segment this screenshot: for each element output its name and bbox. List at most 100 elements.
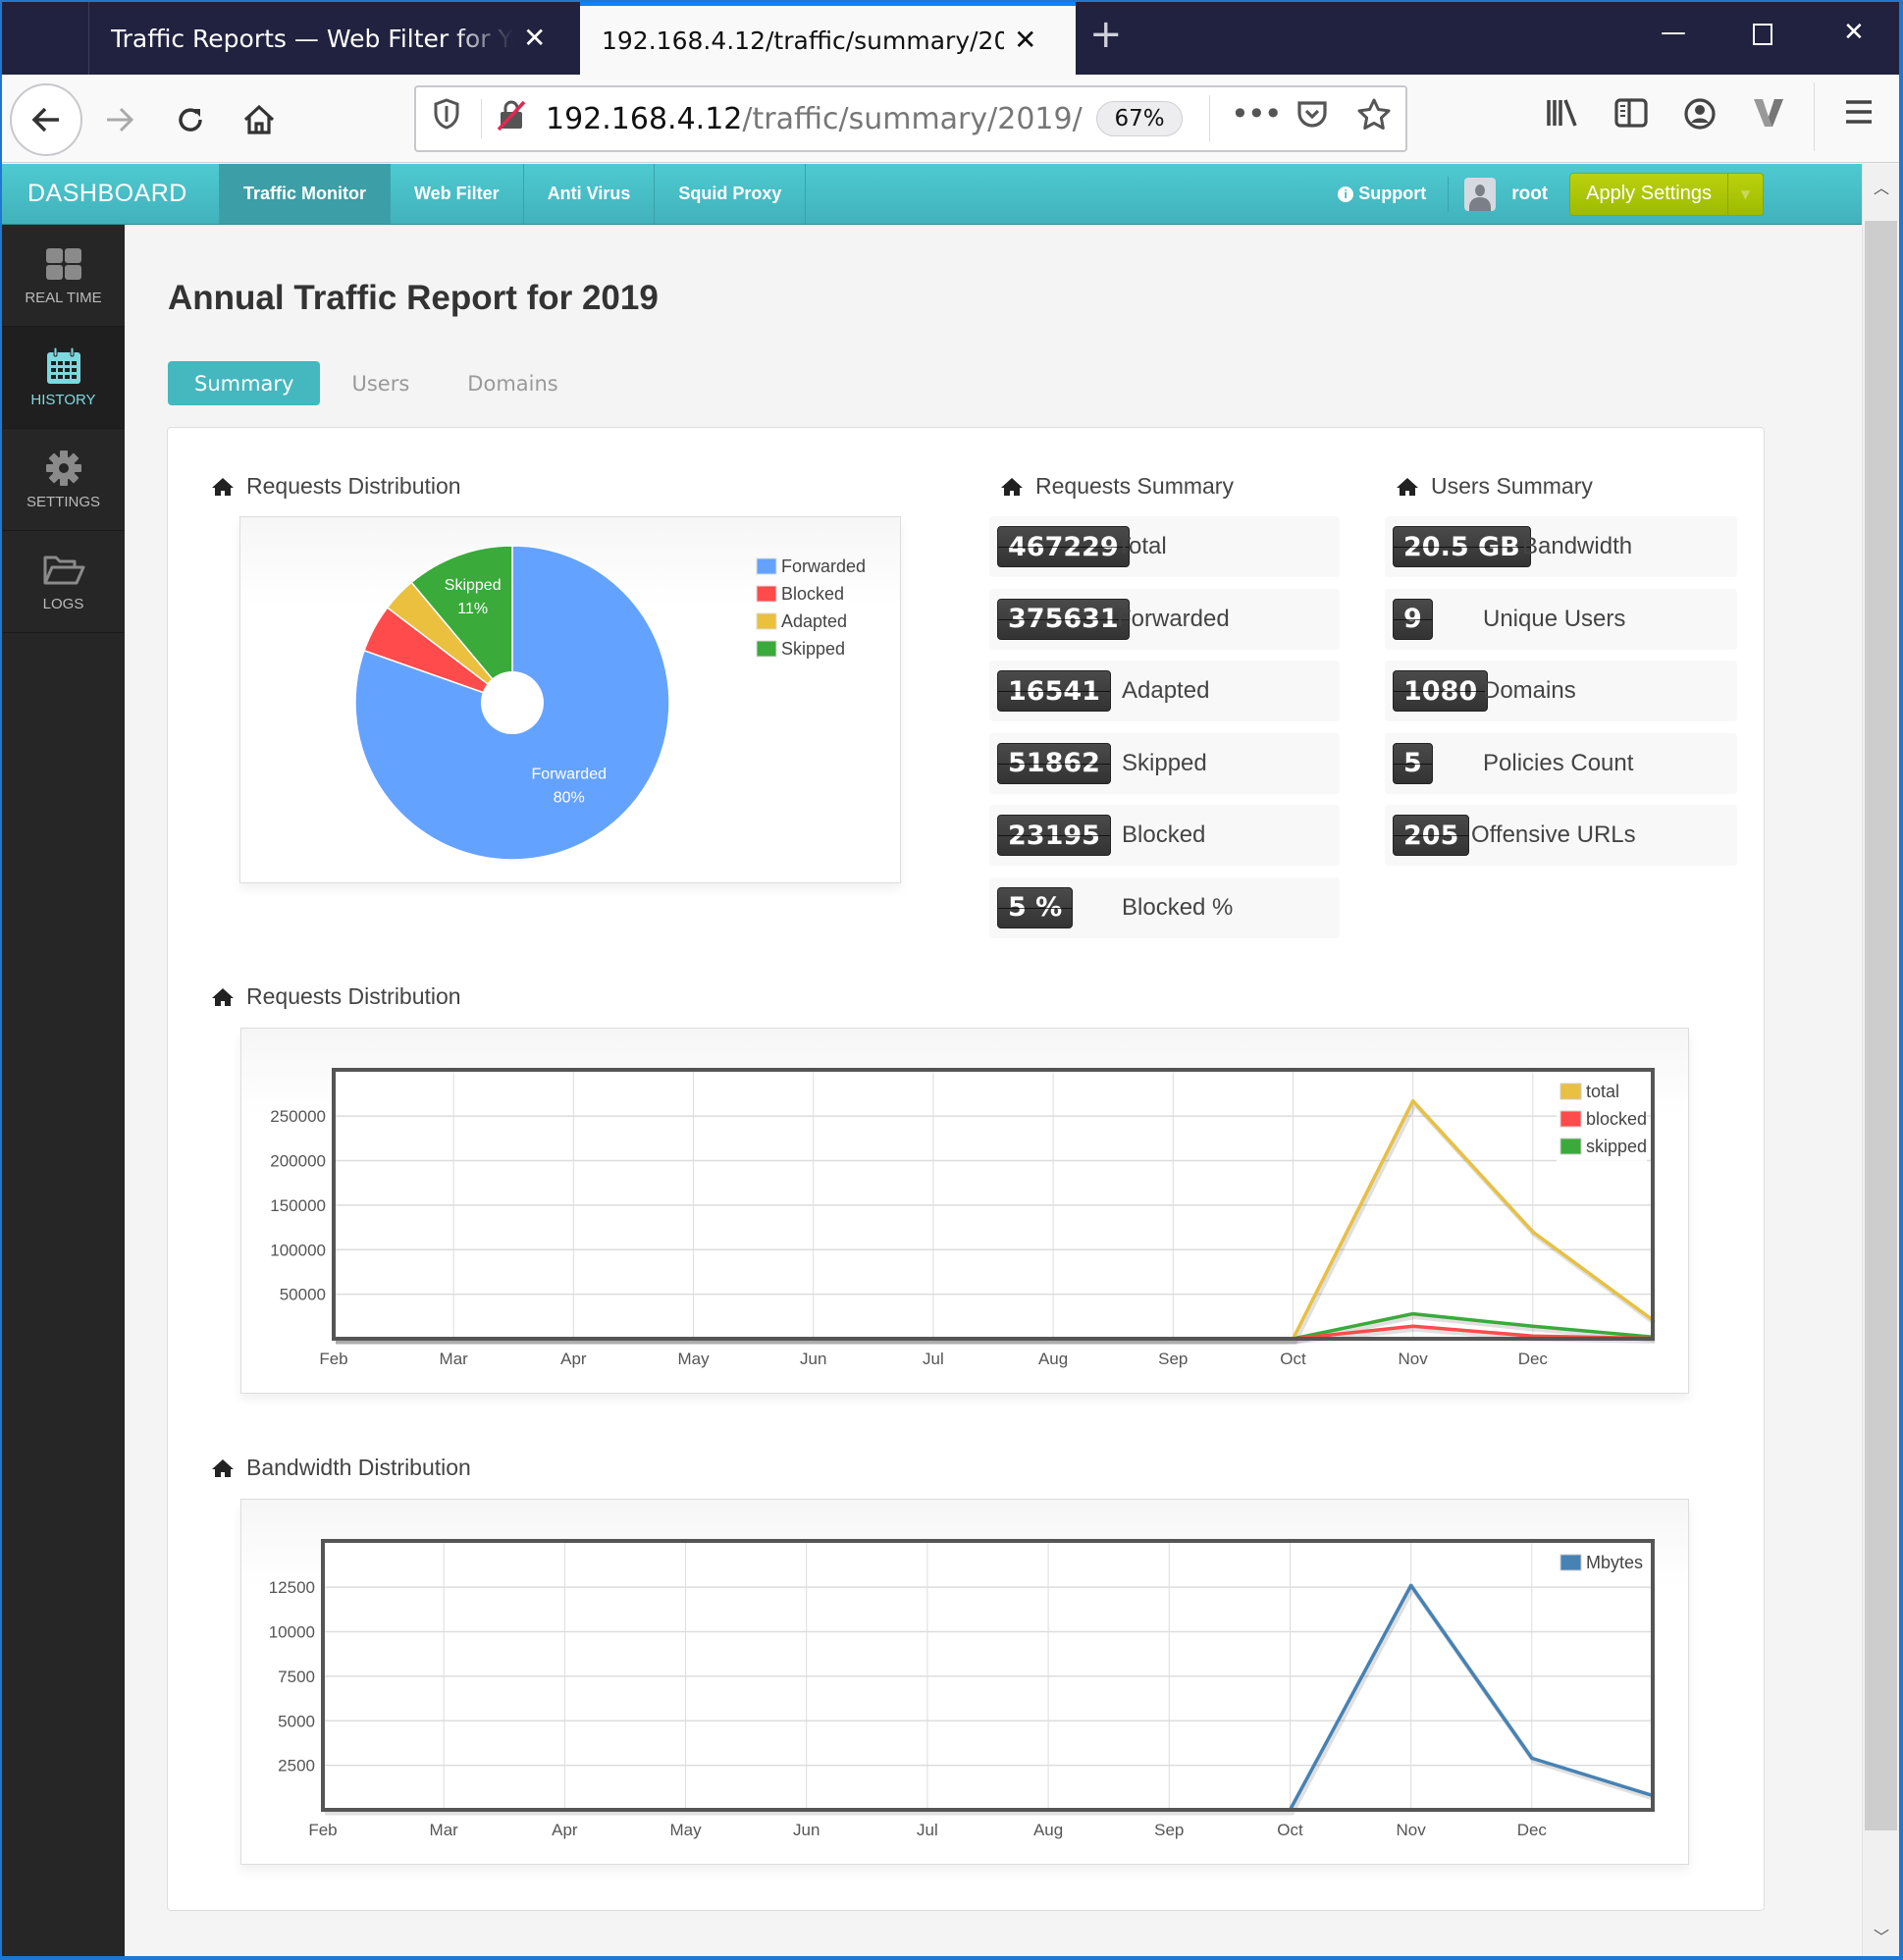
browser-window: Traffic Reports — Web Filter for Your ✕ … [2,2,1899,1956]
window-close-icon[interactable]: ✕ [1843,18,1865,47]
library-icon[interactable] [1545,96,1580,137]
sidebar-item-history[interactable]: HISTORY [2,327,125,429]
more-actions-icon[interactable]: ••• [1231,95,1283,132]
sidebar-item-settings[interactable]: SETTINGS [2,429,125,531]
nav-traffic-monitor[interactable]: Traffic Monitor [219,164,390,224]
tab-users[interactable]: Users [325,361,436,405]
close-tab-icon[interactable]: ✕ [523,25,546,52]
sidebar-item-real-time[interactable]: REAL TIME [2,225,125,327]
users-summary-row: 5 Policies Count [1385,732,1737,794]
main-content: Annual Traffic Report for 2019 Summary U… [125,225,1862,1956]
x-tick-label: Nov [1397,1821,1427,1839]
x-tick-label: Apr [560,1350,587,1368]
users-summary-row: 1080 Domains [1385,661,1737,721]
stat-label: Blocked % [1122,893,1234,921]
nav-squid-proxy[interactable]: Squid Proxy [654,164,807,224]
scroll-up-icon[interactable]: ︿ [1863,170,1899,203]
requests-summary-row: 375631 Forwarded [989,588,1340,650]
requests-summary-row: 5 % Blocked % [989,876,1340,938]
insecure-lock-icon[interactable] [495,97,528,140]
top-navigation: Traffic Monitor Web Filter Anti Virus Sq… [219,164,807,224]
tab-title: 192.168.4.12/traffic/summary/2019/ [602,26,1004,55]
stat-label: Unique Users [1483,605,1626,632]
menu-hamburger-icon[interactable] [1843,96,1875,135]
tab-domains[interactable]: Domains [441,361,584,405]
x-tick-label: Sep [1158,1350,1188,1368]
brand-logo[interactable]: DASHBOARD [27,180,187,208]
stat-label: Adapted [1122,677,1210,704]
shield-icon[interactable] [432,97,461,138]
scroll-down-icon[interactable]: ﹀ [1863,1919,1899,1952]
nav-anti-virus[interactable]: Anti Virus [522,164,655,224]
url-bar[interactable]: 192.168.4.12/traffic/summary/2019/ 67% •… [414,85,1407,152]
tab-traffic-reports[interactable]: Traffic Reports — Web Filter for Your ✕ [88,2,579,75]
stat-label: Blocked [1122,821,1206,848]
pie-chart: Forwarded 80% Skipped 11% Forwarded Blocked Ad… [354,545,866,861]
legend-label: Skipped [781,639,845,659]
stat-value-badge: 9 [1393,598,1433,640]
pocket-icon[interactable] [1295,97,1329,138]
bookmark-star-icon[interactable] [1356,97,1392,140]
tab-summary[interactable]: Summary [168,361,321,405]
stat-label: Policies Count [1483,749,1634,776]
legend-label: blocked [1586,1109,1647,1129]
legend-label: skipped [1586,1137,1647,1156]
home-button[interactable] [232,92,287,147]
stat-label: Skipped [1122,749,1207,776]
url-path: /traffic/summary/2019/ [742,101,1083,136]
reload-icon [179,108,202,132]
y-tick-label: 250000 [270,1107,326,1126]
legend-swatch [756,585,777,603]
tab-traffic-summary[interactable]: 192.168.4.12/traffic/summary/2019/ ✕ [580,2,1076,75]
sidebar-item-logs[interactable]: LOGS [2,531,125,633]
section-title: Requests Distribution [246,473,461,499]
legend-label: Mbytes [1586,1553,1643,1572]
forward-button[interactable] [92,92,147,147]
user-avatar[interactable] [1464,177,1497,211]
stat-label: Offensive URLs [1471,821,1636,848]
sidebar-label: SETTINGS [26,494,100,510]
page-scrollbar[interactable]: ︿ ﹀ [1862,164,1899,1956]
caret-down-icon[interactable]: ▼ [1727,173,1763,215]
zoom-level-badge[interactable]: 67% [1096,101,1183,136]
arrow-left-icon [31,107,59,132]
legend-swatch [756,612,777,630]
extension-v-icon[interactable] [1751,96,1786,137]
x-tick-label: Dec [1517,1821,1548,1839]
sidebar-toggle-icon[interactable] [1613,96,1649,137]
slice-label-name: Skipped [445,577,502,594]
y-tick-label: 200000 [270,1152,326,1171]
requests-summary-row: 16541 Adapted [989,661,1340,721]
url-text[interactable]: 192.168.4.12/traffic/summary/2019/ [546,102,1083,136]
title-bar: Traffic Reports — Web Filter for Your ✕ … [2,2,1899,75]
requests-summary-row: 23195 Blocked [989,805,1340,866]
pie-section-heading: Requests Distribution [211,473,461,500]
scrollbar-thumb[interactable] [1865,221,1897,1830]
apply-settings-button[interactable]: Apply Settings ▼ [1569,172,1764,216]
maximize-icon[interactable] [1753,24,1772,45]
section-title: Requests Distribution [246,983,461,1009]
app-header: DASHBOARD Traffic Monitor Web Filter Ant… [2,164,1862,225]
support-link[interactable]: i Support [1338,184,1426,204]
reload-button[interactable] [163,92,218,147]
bandwidth-line-chart-card: 2500 5000 7500 10000 12500 Feb Mar Apr May Jun Jul… [240,1499,1689,1865]
minimize-icon[interactable]: — [1661,18,1686,47]
username[interactable]: root [1511,184,1548,205]
close-tab-icon[interactable]: ✕ [1014,26,1036,54]
legend-swatch [756,557,777,575]
apply-settings-label: Apply Settings [1586,183,1712,204]
users-summary-row: 9 Unique Users [1385,588,1737,650]
back-button[interactable] [10,83,82,156]
new-tab-icon[interactable]: + [1089,12,1123,57]
account-icon[interactable] [1682,96,1718,139]
stat-value-badge: 205 [1393,815,1470,856]
x-tick-label: May [669,1821,702,1839]
navigation-toolbar: 192.168.4.12/traffic/summary/2019/ 67% •… [2,75,1899,163]
tab-title: Traffic Reports — Web Filter for Your [111,24,513,53]
legend-label: Forwarded [781,556,866,576]
y-tick-label: 150000 [270,1196,326,1215]
users-summary-row: 205 Offensive URLs [1385,805,1737,866]
nav-web-filter[interactable]: Web Filter [390,164,523,224]
y-tick-label: 12500 [269,1578,315,1597]
legend-swatch [1559,1110,1582,1128]
